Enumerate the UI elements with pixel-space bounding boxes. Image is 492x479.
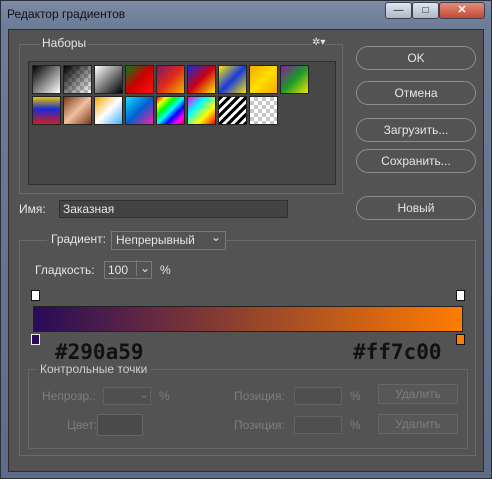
- delete-color-stop-button[interactable]: Удалить: [378, 414, 458, 434]
- swatch-transparent-2[interactable]: [249, 96, 278, 125]
- smoothness-unit: %: [160, 263, 171, 277]
- preset-swatch-area: [28, 61, 336, 185]
- stops-legend: Контрольные точки: [37, 362, 151, 376]
- swatch-orange-yellow[interactable]: [249, 65, 278, 94]
- gradient-type-label: Градиент:: [47, 232, 111, 246]
- swatch-chrome[interactable]: [94, 96, 123, 125]
- maximize-button[interactable]: □: [412, 2, 439, 19]
- swatch-blue-red-yellow[interactable]: [187, 65, 216, 94]
- color-position-unit: %: [350, 418, 361, 432]
- presets-label: Наборы: [40, 36, 89, 50]
- opacity-stop-left[interactable]: [31, 290, 40, 301]
- swatch-blue-yellow-blue[interactable]: [218, 65, 247, 94]
- swatch-stripes[interactable]: [218, 96, 247, 125]
- gradient-type-select[interactable]: Непрерывный ⌄: [111, 230, 226, 250]
- swatch-white-black[interactable]: [94, 65, 123, 94]
- stop-color-swatch[interactable]: [97, 414, 143, 436]
- ok-button[interactable]: OK: [356, 46, 476, 70]
- load-button[interactable]: Загрузить...: [356, 118, 476, 142]
- swatch-copper[interactable]: [63, 96, 92, 125]
- gear-icon[interactable]: ✲▾: [312, 37, 326, 48]
- delete-opacity-stop-button[interactable]: Удалить: [378, 384, 458, 404]
- chevron-down-icon: ⌄: [210, 230, 221, 244]
- swatch-transparent-rainbow[interactable]: [187, 96, 216, 125]
- stops-group: Контрольные точки Непрозр.: ⌄ % Позиция:…: [28, 362, 468, 449]
- title-bar: Редактор градиентов — □ ✕: [1, 1, 491, 29]
- swatch-transparent-1[interactable]: [63, 65, 92, 94]
- swatch-spectrum[interactable]: [125, 96, 154, 125]
- dialog-client: Наборы ✲▾ OK Отмена Загрузить... Сохрани…: [8, 29, 484, 472]
- smoothness-select[interactable]: 100 ⌄: [104, 260, 152, 279]
- opacity-select[interactable]: ⌄: [103, 387, 151, 405]
- save-button[interactable]: Сохранить...: [356, 149, 476, 173]
- color-label: Цвет:: [67, 418, 98, 432]
- new-button[interactable]: Новый: [356, 196, 476, 220]
- smoothness-label: Гладкость:: [35, 263, 95, 277]
- color-stop-left[interactable]: [31, 334, 40, 345]
- gradient-type-value: Непрерывный: [116, 233, 195, 247]
- left-hex-annotation: #290a59: [55, 340, 144, 364]
- swatch-black-white[interactable]: [32, 65, 61, 94]
- gradient-preview-bar[interactable]: [33, 306, 463, 332]
- swatch-violet-green-orange[interactable]: [280, 65, 309, 94]
- opacity-position-label: Позиция:: [234, 389, 285, 403]
- presets-group: Наборы ✲▾: [19, 36, 343, 194]
- cancel-button[interactable]: Отмена: [356, 81, 476, 105]
- gradient-group: Градиент: Непрерывный ⌄ Гладкость: 100 ⌄…: [19, 230, 476, 456]
- swatch-green-red[interactable]: [125, 65, 154, 94]
- window-title: Редактор градиентов: [7, 7, 126, 21]
- right-hex-annotation: #ff7c00: [353, 340, 442, 364]
- color-position-input[interactable]: [294, 416, 342, 434]
- swatch-violet-orange[interactable]: [156, 65, 185, 94]
- close-button[interactable]: ✕: [439, 2, 485, 19]
- opacity-label: Непрозр.:: [42, 389, 96, 403]
- color-stop-right[interactable]: [456, 334, 465, 345]
- chevron-down-icon: ⌄: [138, 387, 149, 401]
- swatch-yellow-violet-orange[interactable]: [32, 96, 61, 125]
- swatch-rainbow[interactable]: [156, 96, 185, 125]
- opacity-position-input[interactable]: [294, 387, 342, 405]
- name-input[interactable]: Заказная: [59, 200, 288, 218]
- opacity-unit: %: [159, 389, 170, 403]
- opacity-stop-right[interactable]: [456, 290, 465, 301]
- chevron-down-icon: ⌄: [135, 260, 150, 276]
- gradient-editor-window: Редактор градиентов — □ ✕ Наборы ✲▾ OK О…: [0, 0, 492, 479]
- smoothness-value: 100: [108, 263, 129, 277]
- name-label: Имя:: [19, 202, 46, 216]
- minimize-button[interactable]: —: [385, 2, 412, 19]
- opacity-position-unit: %: [350, 389, 361, 403]
- color-position-label: Позиция:: [234, 418, 285, 432]
